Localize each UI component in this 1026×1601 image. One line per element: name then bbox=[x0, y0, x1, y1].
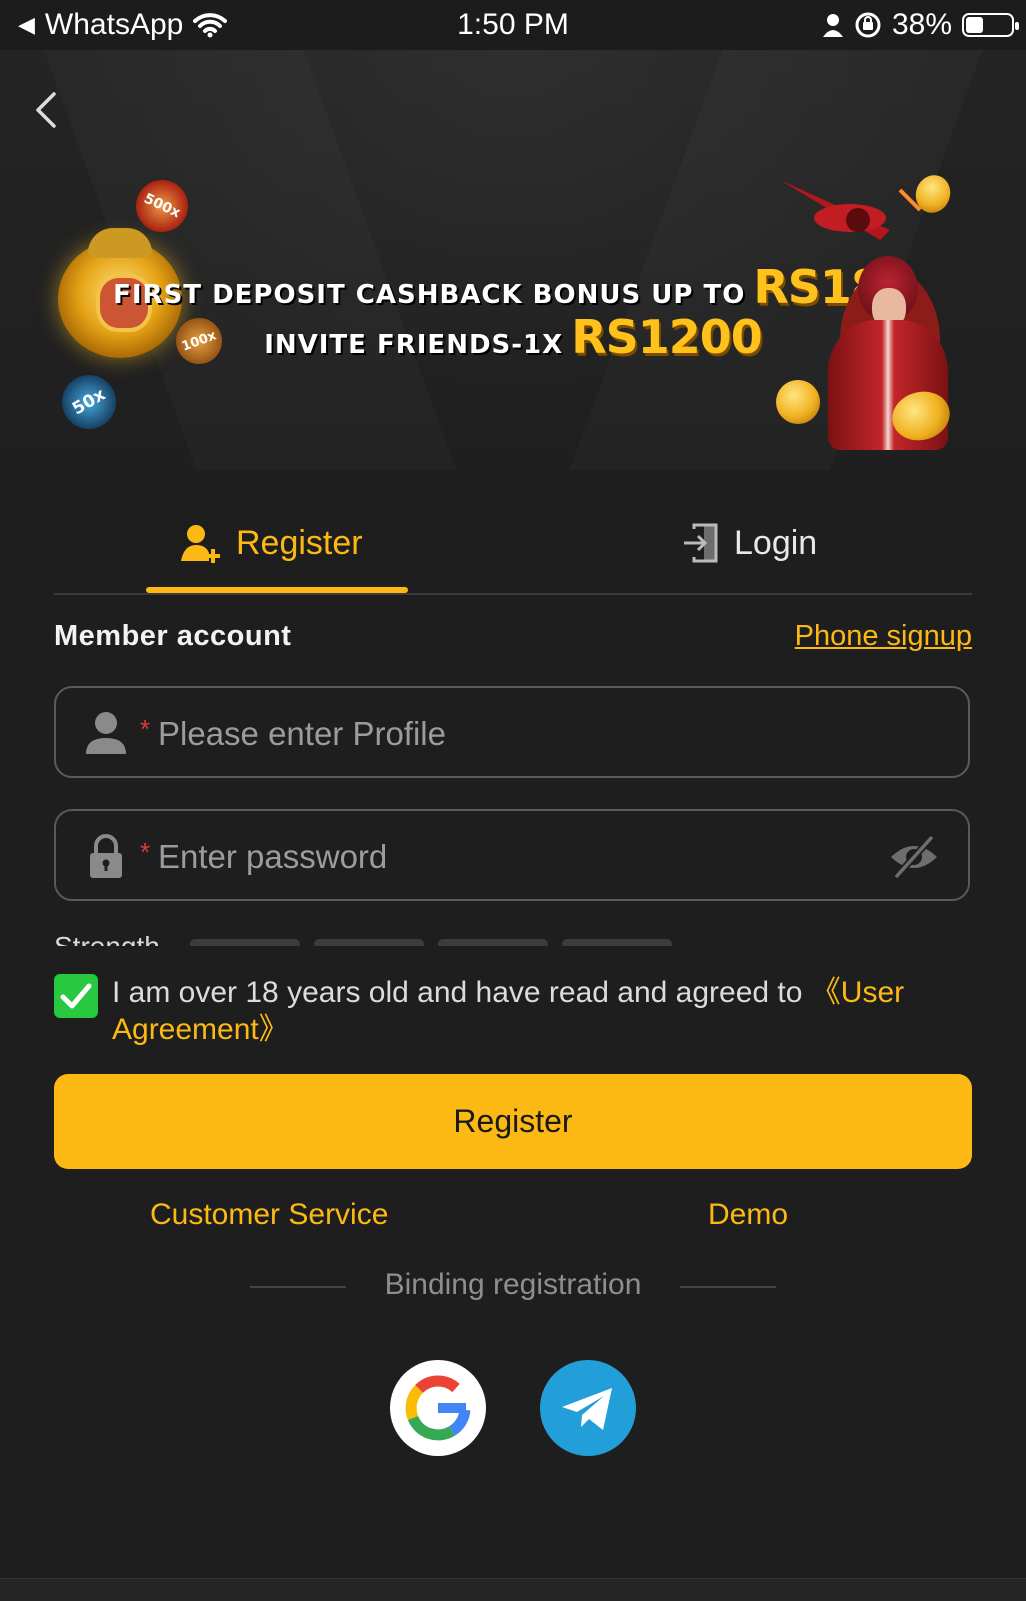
gold-coin bbox=[776, 380, 820, 424]
promo-line-1-text: FIRST DEPOSIT CASHBACK BONUS UP TO bbox=[113, 280, 746, 310]
status-right: 38% bbox=[822, 8, 1019, 42]
battery-percent: 38% bbox=[891, 8, 952, 41]
check-icon bbox=[60, 983, 92, 1009]
mask-crest bbox=[88, 228, 152, 258]
section-title: Member account bbox=[54, 620, 292, 652]
promo-banner: 500x 100x 50x FIRST DEPOSIT CASHBACK BON… bbox=[0, 50, 1026, 470]
customer-service-link[interactable]: Customer Service bbox=[150, 1198, 388, 1232]
strength-label: Strength bbox=[54, 928, 160, 946]
agreement-checkbox[interactable] bbox=[54, 974, 98, 1018]
profile-field[interactable]: * bbox=[54, 686, 970, 778]
tab-login-label: Login bbox=[734, 523, 818, 562]
login-door-icon bbox=[684, 523, 718, 563]
telegram-icon bbox=[562, 1388, 612, 1430]
promo-line-2-text: INVITE FRIENDS-1X bbox=[264, 330, 564, 360]
eye-off-icon[interactable] bbox=[888, 833, 940, 881]
orientation-lock-icon bbox=[855, 12, 881, 38]
password-input[interactable] bbox=[156, 829, 860, 885]
google-icon bbox=[405, 1375, 471, 1441]
profile-input[interactable] bbox=[156, 706, 860, 762]
bottom-bar bbox=[0, 1578, 1026, 1601]
demo-link[interactable]: Demo bbox=[708, 1198, 788, 1232]
multiplier-chip-50: 50x bbox=[52, 365, 126, 439]
phone-signup-link[interactable]: Phone signup bbox=[795, 620, 972, 653]
tab-register-label: Register bbox=[236, 523, 363, 562]
account-section-header: Member account Phone signup bbox=[54, 620, 972, 660]
password-field[interactable]: * bbox=[54, 809, 970, 901]
strength-bar bbox=[438, 939, 548, 946]
required-mark: * bbox=[140, 837, 151, 867]
promo-line-2-amount: RS1200 bbox=[571, 310, 763, 364]
battery-icon bbox=[962, 13, 1019, 37]
tab-active-indicator bbox=[146, 587, 408, 593]
required-mark: * bbox=[140, 714, 151, 744]
binding-registration-divider: Binding registration bbox=[0, 1268, 1026, 1308]
strength-bar bbox=[562, 939, 672, 946]
google-login-button[interactable] bbox=[390, 1360, 486, 1456]
agreement-statement: I am over 18 years old and have read and… bbox=[112, 976, 811, 1009]
user-icon bbox=[86, 712, 126, 754]
agreement-text: I am over 18 years old and have read and… bbox=[112, 974, 972, 1048]
register-button[interactable]: Register bbox=[54, 1074, 972, 1169]
binding-label: Binding registration bbox=[384, 1268, 642, 1301]
agreement-row: I am over 18 years old and have read and… bbox=[54, 972, 972, 1052]
tab-login[interactable]: Login bbox=[682, 513, 817, 573]
battery-fill bbox=[966, 17, 983, 33]
person-icon bbox=[822, 14, 843, 37]
tab-register[interactable]: Register bbox=[180, 513, 363, 573]
password-strength: Strength bbox=[54, 928, 972, 946]
strength-bar bbox=[190, 939, 300, 946]
back-chevron-icon[interactable] bbox=[28, 90, 68, 130]
lock-icon bbox=[90, 834, 122, 878]
divider-line bbox=[680, 1286, 776, 1288]
status-bar: ◀ WhatsApp 1:50 PM 38% bbox=[0, 0, 1026, 50]
auth-tabs: Register Login bbox=[54, 495, 972, 595]
telegram-login-button[interactable] bbox=[540, 1360, 636, 1456]
secondary-links: Customer Service Demo bbox=[0, 1198, 1026, 1242]
add-user-icon bbox=[181, 525, 220, 563]
strength-bar bbox=[314, 939, 424, 946]
